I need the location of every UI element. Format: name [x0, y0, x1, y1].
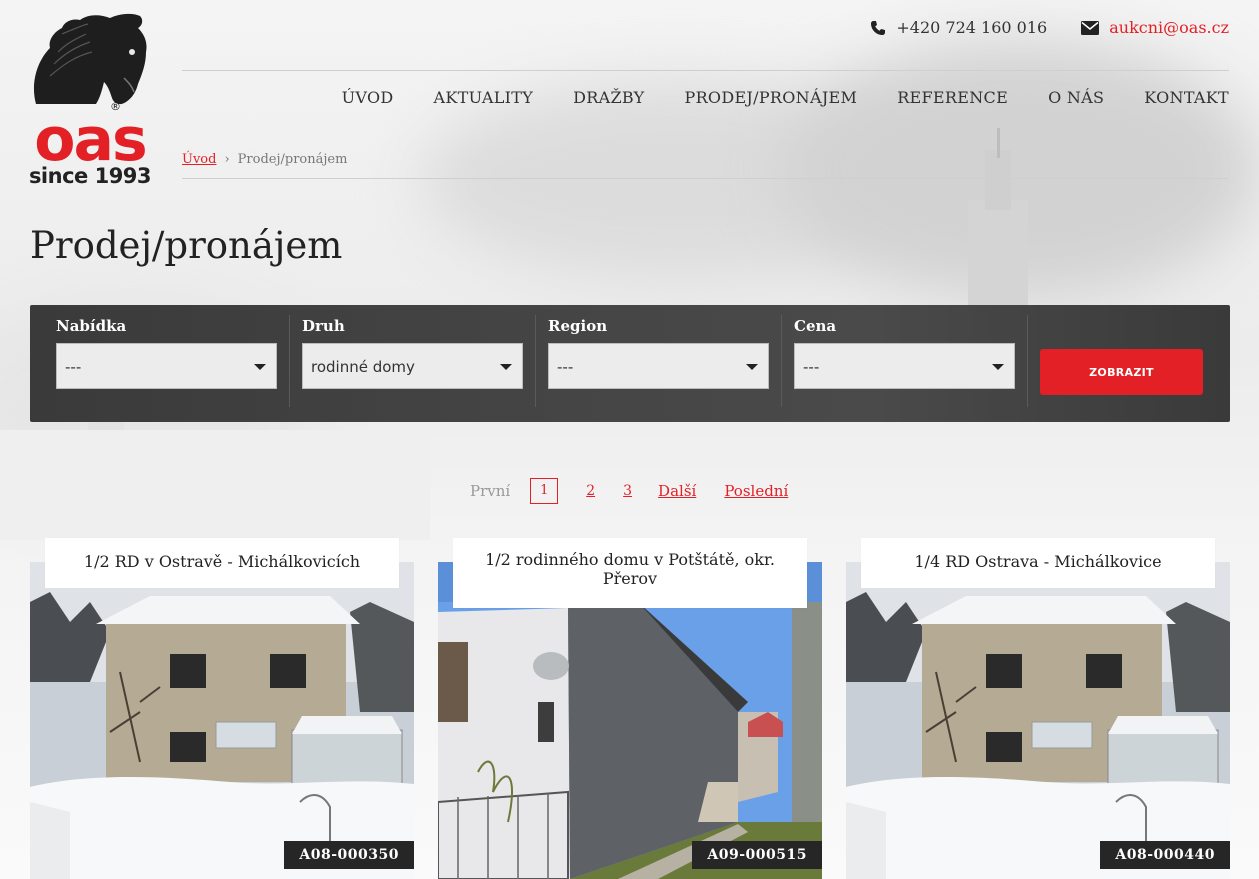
logo-tagline: since 1993	[28, 164, 152, 188]
region-select[interactable]: ---	[548, 343, 769, 389]
nav-item-aktuality[interactable]: AKTUALITY	[434, 88, 534, 107]
price-select[interactable]: ---	[794, 343, 1015, 389]
header-divider	[182, 70, 1229, 71]
offer-select[interactable]: ---	[56, 343, 277, 389]
filter-region: Region ---	[548, 317, 769, 410]
listing-card-3[interactable]: A08-000440	[846, 562, 1230, 879]
listing-card-2[interactable]: A09-000515	[438, 562, 822, 879]
breadcrumb-home-link[interactable]: Úvod	[182, 152, 216, 167]
nav-item-o-nas[interactable]: O NÁS	[1048, 88, 1104, 107]
listing-title-3[interactable]: 1/4 RD Ostrava - Michálkovice	[861, 538, 1215, 588]
phone-icon	[871, 20, 886, 35]
filter-divider	[535, 315, 536, 407]
offer-select-value: ---	[65, 358, 82, 376]
pagination: První 1 2 3 Další Poslední	[470, 478, 788, 504]
breadcrumb-divider	[182, 178, 1229, 179]
type-select[interactable]: rodinné domy	[302, 343, 523, 389]
pagination-page-3[interactable]: 3	[623, 483, 632, 499]
phone-number: +420 724 160 016	[896, 18, 1048, 37]
page-title: Prodej/pronájem	[30, 224, 343, 267]
price-select-value: ---	[803, 358, 820, 376]
pagination-page-2[interactable]: 2	[586, 483, 595, 499]
listing-title-1[interactable]: 1/2 RD v Ostravě - Michálkovicích	[45, 538, 399, 588]
filter-price-label: Cena	[794, 317, 837, 335]
pagination-next[interactable]: Další	[658, 482, 696, 500]
type-select-value: rodinné domy	[311, 358, 415, 376]
listing-code-1: A08-000350	[284, 841, 414, 869]
contact-bar: +420 724 160 016 aukcni@oas.cz	[870, 18, 1229, 37]
pagination-first: První	[470, 482, 511, 500]
filter-type: Druh rodinné domy	[302, 317, 523, 410]
filter-bar: Nabídka --- Druh rodinné domy Region ---…	[30, 305, 1230, 422]
main-nav: ÚVOD AKTUALITY DRAŽBY PRODEJ/PRONÁJEM RE…	[342, 88, 1229, 107]
caret-down-icon	[500, 364, 512, 370]
filter-offer-label: Nabídka	[56, 317, 127, 335]
nav-item-uvod[interactable]: ÚVOD	[342, 88, 394, 107]
caret-down-icon	[254, 364, 266, 370]
site-logo[interactable]: ® oas since 1993	[28, 12, 152, 188]
pagination-current-page: 1	[530, 478, 559, 504]
nav-item-kontakt[interactable]: KONTAKT	[1144, 88, 1229, 107]
filter-divider	[781, 315, 782, 407]
listing-title-2[interactable]: 1/2 rodinného domu v Potštátě, okr. Přer…	[453, 538, 807, 608]
listing-photo-3	[846, 562, 1230, 879]
filter-offer: Nabídka ---	[56, 317, 277, 410]
caret-down-icon	[746, 364, 758, 370]
nav-item-prodej-pronajem[interactable]: PRODEJ/PRONÁJEM	[685, 88, 858, 107]
horse-head-icon	[33, 13, 147, 105]
filter-divider	[1027, 315, 1028, 407]
listing-card-1[interactable]: A08-000350	[30, 562, 414, 879]
email-address: aukcni@oas.cz	[1109, 18, 1229, 37]
contact-email[interactable]: aukcni@oas.cz	[1081, 18, 1229, 37]
breadcrumb-separator: ›	[224, 152, 230, 167]
filter-divider	[289, 315, 290, 407]
filter-region-label: Region	[548, 317, 608, 335]
filter-price: Cena ---	[794, 317, 1015, 410]
nav-item-drazby[interactable]: DRAŽBY	[573, 88, 644, 107]
region-select-value: ---	[557, 358, 574, 376]
envelope-icon	[1081, 20, 1100, 35]
caret-down-icon	[992, 364, 1004, 370]
pagination-last[interactable]: Poslední	[724, 482, 788, 500]
contact-phone[interactable]: +420 724 160 016	[870, 18, 1047, 37]
breadcrumb-current: Prodej/pronájem	[237, 152, 348, 167]
nav-item-reference[interactable]: REFERENCE	[897, 88, 1008, 107]
filter-type-label: Druh	[302, 317, 345, 335]
listing-code-2: A09-000515	[692, 841, 822, 869]
show-results-button[interactable]: ZOBRAZIT	[1040, 349, 1203, 395]
listing-photo-1	[30, 562, 414, 879]
breadcrumb: Úvod › Prodej/pronájem	[182, 152, 347, 167]
listing-photo-2	[438, 562, 822, 879]
listing-code-3: A08-000440	[1100, 841, 1230, 869]
logo-wordmark: oas	[34, 105, 147, 175]
